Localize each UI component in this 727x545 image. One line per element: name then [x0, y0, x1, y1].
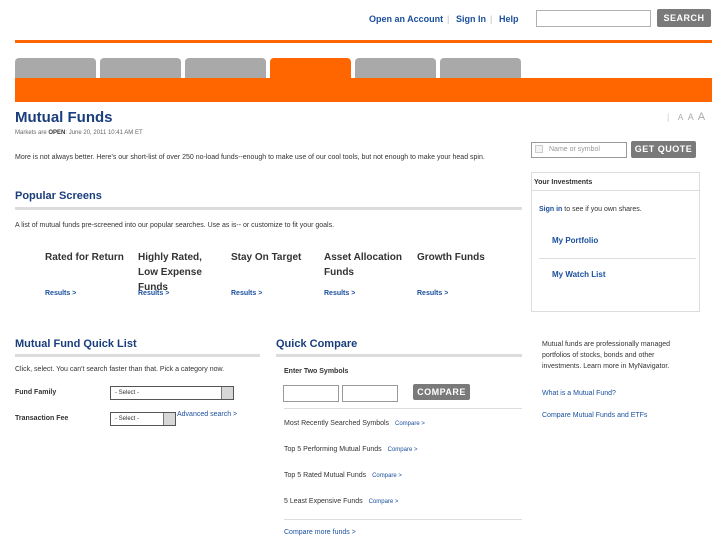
compare-link[interactable]: Compare >: [388, 447, 418, 453]
utility-separator: |: [490, 14, 493, 24]
my-portfolio-link[interactable]: My Portfolio: [552, 236, 598, 245]
quote-input[interactable]: Name or symbol: [531, 142, 627, 158]
compare-more-funds-link[interactable]: Compare more funds >: [284, 529, 356, 536]
symbol-input-2[interactable]: [342, 385, 398, 402]
your-investments-panel: Your Investments Sign in to see if you o…: [531, 172, 700, 312]
screen-stay-on-target-title[interactable]: Stay On Target: [231, 250, 311, 265]
compare-list-label: Most Recently Searched Symbols: [284, 420, 390, 427]
section-rule: [276, 354, 522, 357]
panel-divider: [532, 190, 699, 191]
sidebar-sign-in-link[interactable]: Sign in: [539, 206, 562, 213]
my-watch-list-link[interactable]: My Watch List: [552, 270, 605, 279]
compare-list-item: Top 5 Rated Mutual Funds Compare >: [284, 472, 402, 479]
mutual-fund-info-text: Mutual funds are professionally managed …: [542, 341, 671, 370]
chevron-down-icon: [221, 387, 233, 399]
compare-divider: [284, 408, 522, 409]
screen-highly-rated-title[interactable]: Highly Rated, Low Expense Funds: [138, 250, 218, 295]
screen-asset-allocation-title[interactable]: Asset Allocation Funds: [324, 250, 404, 280]
results-link[interactable]: Results >: [417, 290, 448, 297]
nav-tab-active[interactable]: [270, 58, 351, 80]
page-title: Mutual Funds: [15, 109, 113, 126]
open-account-link[interactable]: Open an Account: [369, 14, 443, 24]
symbol-input-1[interactable]: [283, 385, 339, 402]
section-rule: [15, 207, 522, 210]
transaction-fee-selected-value: - Select -: [115, 416, 140, 422]
compare-list-label: Top 5 Rated Mutual Funds: [284, 472, 367, 479]
nav-tab[interactable]: [440, 58, 521, 80]
search-button[interactable]: SEARCH: [657, 9, 711, 27]
what-is-mutual-fund-link[interactable]: What is a Mutual Fund?: [542, 390, 616, 397]
market-status-time: : June 20, 2011 10:41 AM ET: [65, 130, 143, 136]
enter-symbols-label: Enter Two Symbols: [284, 368, 349, 375]
quick-list-description: Click, select. You can't search faster t…: [15, 366, 225, 373]
font-size-controls: | A A A: [665, 111, 705, 123]
your-investments-title: Your Investments: [534, 179, 593, 186]
popular-screens-description: A list of mutual funds pre-screened into…: [15, 222, 335, 229]
results-link[interactable]: Results >: [45, 290, 76, 297]
header-rule: [15, 40, 712, 43]
compare-link[interactable]: Compare >: [395, 421, 425, 427]
compare-list-item: 5 Least Expensive Funds Compare >: [284, 498, 398, 505]
nav-tab[interactable]: [100, 58, 181, 80]
sign-in-prompt: Sign in to see if you own shares.: [539, 206, 642, 213]
compare-list-label: 5 Least Expensive Funds: [284, 498, 363, 505]
font-size-separator: |: [667, 112, 670, 122]
screen-rated-for-return-title[interactable]: Rated for Return: [45, 250, 125, 265]
results-link[interactable]: Results >: [138, 290, 169, 297]
compare-list-item: Top 5 Performing Mutual Funds Compare >: [284, 446, 417, 453]
font-large-button[interactable]: A: [698, 111, 705, 123]
get-quote-button[interactable]: GET QUOTE: [631, 141, 696, 158]
quick-compare-title: Quick Compare: [276, 338, 358, 350]
sign-in-prompt-text: to see if you own shares.: [562, 206, 642, 213]
compare-divider: [284, 519, 522, 520]
fund-family-label: Fund Family: [15, 389, 57, 396]
quick-list-title: Mutual Fund Quick List: [15, 338, 137, 350]
sign-in-link[interactable]: Sign In: [456, 14, 486, 24]
compare-funds-etfs-link[interactable]: Compare Mutual Funds and ETFs: [542, 412, 647, 419]
fund-family-select[interactable]: - Select -: [110, 386, 234, 400]
utility-separator: |: [447, 14, 450, 24]
market-status: Markets are OPEN: June 20, 2011 10:41 AM…: [15, 130, 143, 136]
compare-link[interactable]: Compare >: [369, 499, 399, 505]
results-link[interactable]: Results >: [231, 290, 262, 297]
nav-tab[interactable]: [355, 58, 436, 80]
quote-checkbox-icon: [535, 145, 543, 153]
intro-text: More is not always better. Here's our sh…: [15, 154, 485, 161]
results-link[interactable]: Results >: [324, 290, 355, 297]
quote-placeholder: Name or symbol: [549, 146, 600, 153]
compare-list-item: Most Recently Searched Symbols Compare >: [284, 420, 425, 427]
font-medium-button[interactable]: A: [688, 112, 694, 122]
compare-link[interactable]: Compare >: [372, 473, 402, 479]
nav-tab[interactable]: [15, 58, 96, 80]
transaction-fee-select[interactable]: - Select -: [110, 412, 176, 426]
panel-divider: [539, 258, 696, 259]
market-status-prefix: Markets are: [15, 130, 49, 136]
help-link[interactable]: Help: [499, 14, 519, 24]
compare-list-label: Top 5 Performing Mutual Funds: [284, 446, 382, 453]
market-open-label: OPEN: [48, 130, 66, 136]
compare-button[interactable]: COMPARE: [413, 384, 470, 400]
transaction-fee-label: Transaction Fee: [15, 415, 69, 422]
nav-tab[interactable]: [185, 58, 266, 80]
popular-screens-title: Popular Screens: [15, 190, 102, 202]
section-rule: [15, 354, 260, 357]
sub-nav-bar: [15, 78, 712, 102]
screen-growth-funds-title[interactable]: Growth Funds: [417, 250, 497, 265]
advanced-search-link[interactable]: Advanced search >: [177, 411, 237, 418]
site-search-input[interactable]: [536, 10, 651, 27]
fund-family-selected-value: - Select -: [115, 390, 140, 396]
font-small-button[interactable]: A: [678, 113, 683, 122]
chevron-down-icon: [163, 413, 175, 425]
